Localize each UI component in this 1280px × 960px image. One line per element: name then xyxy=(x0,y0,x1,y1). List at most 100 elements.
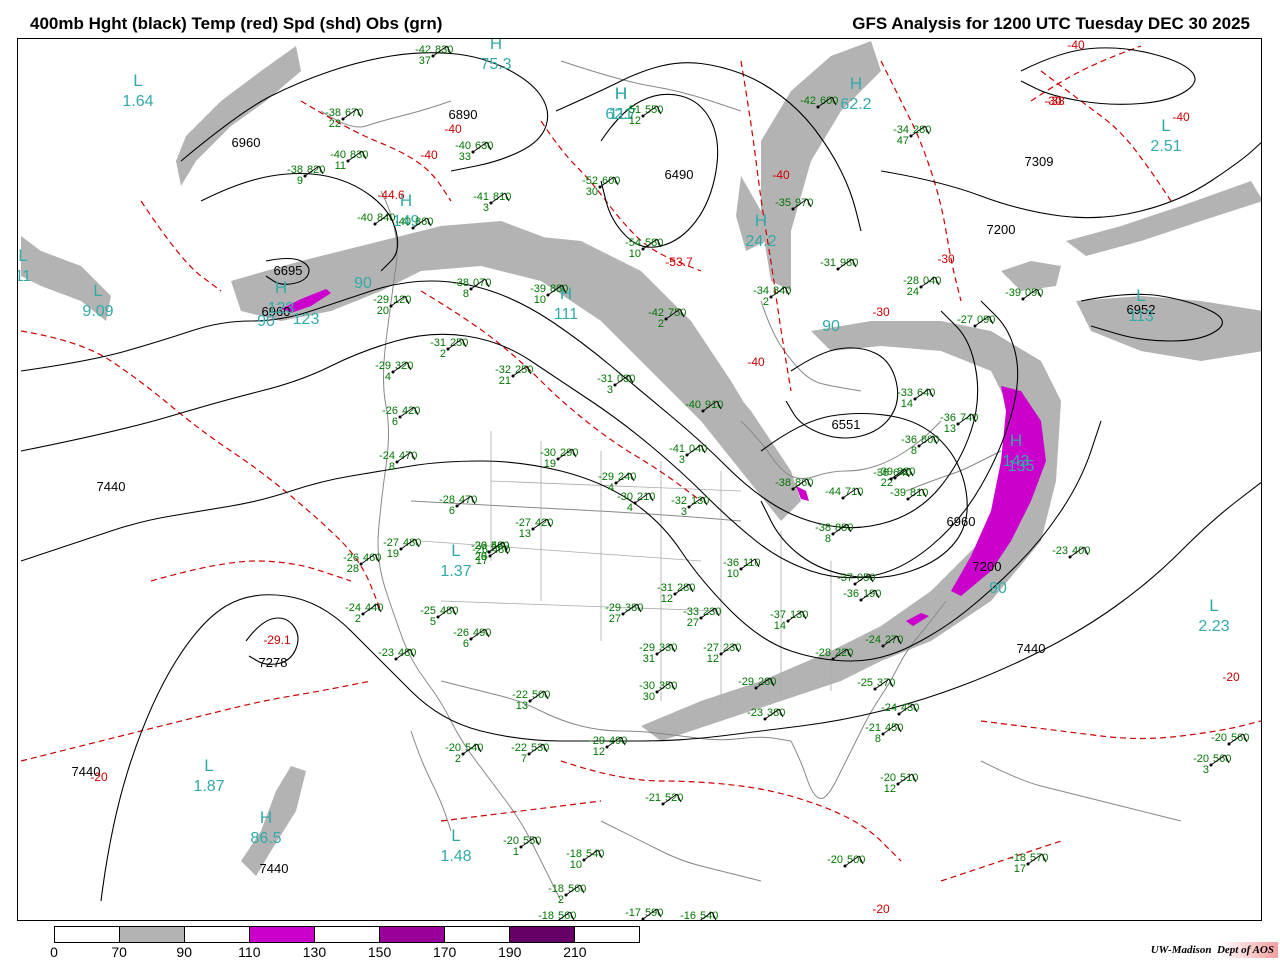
obs-dewpoint-depression: 2 xyxy=(763,296,769,308)
station-dot xyxy=(661,802,665,806)
center-letter: H xyxy=(400,191,412,210)
obs-height: 090 xyxy=(1025,287,1043,299)
obs-height: 040 xyxy=(923,275,941,287)
credit-badge: UW-Madison Dept of AOS xyxy=(1146,942,1278,958)
obs-height: 670 xyxy=(345,107,363,119)
temperature-contour xyxy=(440,800,602,822)
temperature-label: -40 xyxy=(420,148,438,162)
center-value: 11 xyxy=(18,268,31,285)
coastline xyxy=(600,820,762,882)
station-dot xyxy=(389,304,393,308)
speed-label: 90 xyxy=(354,275,372,292)
height-label: 6890 xyxy=(449,107,478,122)
obs-height: 350 xyxy=(659,680,677,692)
station-dot xyxy=(1068,555,1072,559)
station-dot xyxy=(1026,862,1030,866)
obs-dewpoint-depression: 3 xyxy=(681,506,687,518)
obs-temperature: -38 xyxy=(775,477,791,489)
legend-swatch xyxy=(55,927,120,942)
state-border xyxy=(420,540,702,562)
obs-temperature: -21 xyxy=(645,792,661,804)
center-value: 1.48 xyxy=(440,848,471,865)
obs-height: 480 xyxy=(440,605,458,617)
obs-height: 600 xyxy=(602,175,620,187)
station-dot xyxy=(889,477,893,481)
obs-height: 110 xyxy=(743,557,761,569)
obs-height: 210 xyxy=(637,491,655,503)
legend-tick-label: 0 xyxy=(50,944,58,960)
obs-height: 270 xyxy=(885,634,903,646)
obs-dewpoint-depression: 33 xyxy=(459,151,471,163)
obs-dewpoint-depression: 11 xyxy=(335,160,346,172)
obs-height: 830 xyxy=(350,149,368,161)
analysis-time: GFS Analysis for 1200 UTC Tuesday DEC 30… xyxy=(852,14,1250,33)
station-dot xyxy=(1021,297,1025,301)
obs-height: 480 xyxy=(491,540,509,552)
obs-dewpoint-depression: 3 xyxy=(483,202,489,214)
temperature-label: -20 xyxy=(872,902,890,916)
obs-height: 590 xyxy=(645,907,663,919)
obs-height: 860 xyxy=(415,216,433,228)
obs-dewpoint-depression: 8 xyxy=(389,461,395,473)
obs-height: 040 xyxy=(689,443,707,455)
obs-dewpoint-depression: 5 xyxy=(430,616,436,628)
station-dot xyxy=(919,285,923,289)
station-dot xyxy=(391,370,395,374)
station-dot xyxy=(831,657,835,661)
obs-dewpoint-depression: 37 xyxy=(419,55,431,67)
station-dot xyxy=(469,287,473,291)
temperature-contour xyxy=(140,200,222,292)
obs-dewpoint-depression: 31 xyxy=(643,653,655,665)
temperature-label: -30 xyxy=(872,305,890,319)
obs-dewpoint-depression: 14 xyxy=(774,620,786,632)
height-label: 7440 xyxy=(260,861,289,876)
obs-temperature: -39 xyxy=(1005,287,1021,299)
obs-dewpoint-depression: 12 xyxy=(661,593,673,605)
legend-tick-label: 130 xyxy=(302,944,327,960)
obs-dewpoint-depression: 8 xyxy=(875,733,881,745)
obs-temperature: -23 xyxy=(378,647,394,659)
obs-dewpoint-depression: 3 xyxy=(679,454,685,466)
station-dot xyxy=(555,921,558,922)
station-dot xyxy=(633,501,637,505)
obs-height: 520 xyxy=(665,792,683,804)
station-dot xyxy=(699,616,703,620)
station-dot xyxy=(641,114,645,118)
obs-height: 470 xyxy=(459,494,477,506)
map-canvas: 7440689069606695696065517309720069526960… xyxy=(18,39,1261,922)
temperature-label: -40 xyxy=(444,122,462,136)
station-dot xyxy=(836,267,840,271)
legend-swatch xyxy=(445,927,510,942)
obs-dewpoint-depression: 19 xyxy=(387,548,399,560)
center-value: 113 xyxy=(1128,308,1154,325)
legend-tick-label: 150 xyxy=(367,944,392,960)
speed-label: 123 xyxy=(293,311,320,328)
station-dot xyxy=(973,324,977,328)
legend-swatch xyxy=(120,927,185,942)
obs-dewpoint-depression: 8 xyxy=(911,445,917,457)
obs-dewpoint-depression: 27 xyxy=(687,617,699,629)
obs-temperature: -37 xyxy=(837,572,853,584)
obs-temperature: -29 xyxy=(738,676,754,688)
temperature-contour xyxy=(150,560,352,582)
station-dot xyxy=(909,134,913,138)
obs-dewpoint-depression: 10 xyxy=(570,859,582,871)
height-label: 6490 xyxy=(665,167,694,182)
center-value: 1.87 xyxy=(193,778,224,795)
obs-dewpoint-depression: 28 xyxy=(347,563,359,575)
obs-height: 810 xyxy=(493,191,511,203)
obs-height: 230 xyxy=(703,606,721,618)
obs-height: 420 xyxy=(402,405,420,417)
obs-temperature: -31 xyxy=(820,257,836,269)
obs-height: 630 xyxy=(475,140,493,152)
obs-height: 480 xyxy=(403,537,421,549)
center-letter: H xyxy=(755,211,767,230)
obs-temperature: -16 xyxy=(680,910,696,921)
legend-tick-label: 190 xyxy=(498,944,522,960)
obs-height: 980 xyxy=(840,257,858,269)
obs-dewpoint-depression: 4 xyxy=(608,482,614,494)
obs-dewpoint-depression: 13 xyxy=(516,700,528,712)
station-dot xyxy=(917,444,921,448)
station-dot xyxy=(519,845,523,849)
station-dot xyxy=(531,527,535,531)
